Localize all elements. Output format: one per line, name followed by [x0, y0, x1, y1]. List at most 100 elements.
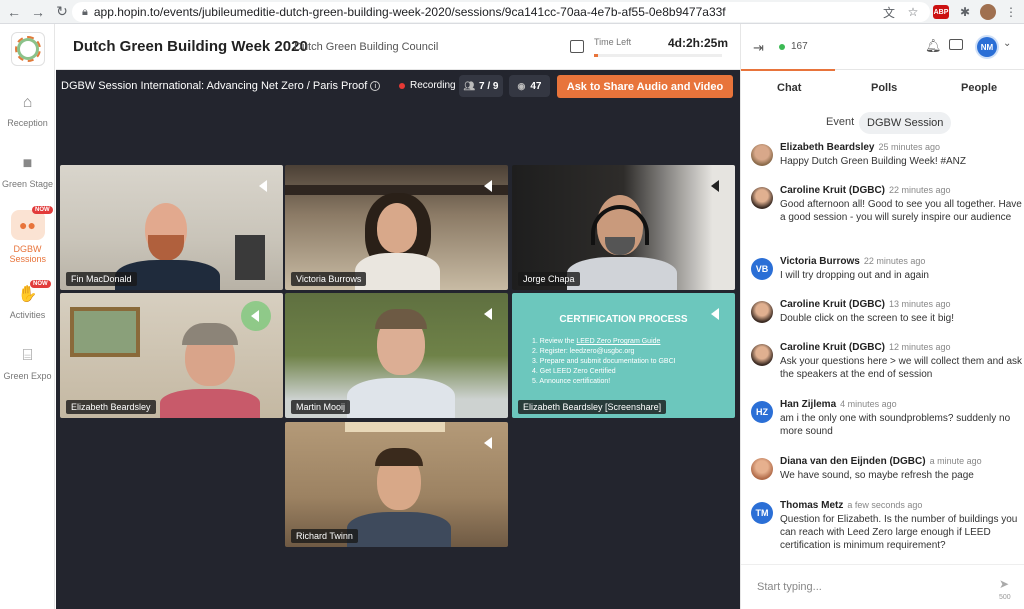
- screenshare-title: CERTIFICATION PROCESS: [559, 314, 688, 325]
- speaker-icon[interactable]: [484, 437, 492, 449]
- adblock-icon[interactable]: ABP: [933, 5, 949, 19]
- tab-chat[interactable]: Chat: [777, 82, 801, 94]
- avatar: [751, 301, 773, 323]
- mail-icon[interactable]: [949, 39, 963, 50]
- video-tile[interactable]: Elizabeth Beardsley: [60, 293, 283, 418]
- message-text: Good afternoon all! Good to see you all …: [780, 199, 1022, 223]
- video-tile[interactable]: Richard Twinn: [285, 422, 508, 547]
- avatar: VB: [751, 258, 773, 280]
- video-tile[interactable]: Fin MacDonald: [60, 165, 283, 290]
- chat-input[interactable]: Start typing...: [757, 581, 822, 593]
- message-text: We have sound, so maybe refresh the page: [780, 470, 974, 481]
- participant-name: Elizabeth Beardsley [Screenshare]: [518, 400, 667, 414]
- participant-name: Jorge Chapa: [518, 272, 580, 286]
- sessions-icon: ●●: [10, 210, 45, 240]
- now-badge: NOW: [30, 280, 51, 288]
- info-icon[interactable]: i: [370, 81, 381, 91]
- step-item: 2. Register: leedzero@usgbc.org: [532, 348, 635, 355]
- sidebar-item-activities[interactable]: ✋ NOW Activities: [0, 280, 55, 320]
- chat-subtabs: Event DGBW Session: [741, 112, 1024, 134]
- sidebar-item-label: DGBW Sessions: [9, 244, 47, 264]
- message-time: a minute ago: [929, 456, 982, 466]
- message-time: 4 minutes ago: [840, 399, 897, 409]
- sidebar-item-label: Green Stage: [1, 179, 54, 189]
- char-limit: 500: [999, 594, 1011, 601]
- session-stage: DGBW Session International: Advancing Ne…: [56, 70, 740, 609]
- online-count: 167: [779, 41, 808, 52]
- speaker-icon[interactable]: [711, 180, 719, 192]
- speakers-count-badge[interactable]: 👥︎ 7 / 9: [459, 75, 503, 97]
- tab-people[interactable]: People: [961, 82, 997, 94]
- forward-icon[interactable]: →: [28, 2, 48, 22]
- subtab-event[interactable]: Event: [826, 116, 854, 128]
- sidebar-item-dgbw-sessions[interactable]: ●● NOW DGBW Sessions: [0, 206, 55, 264]
- message-text: am i the only one with soundproblems? su…: [780, 413, 1011, 437]
- viewers-count-badge[interactable]: ◉ 47: [509, 75, 550, 97]
- address-bar[interactable]: 🔒︎ app.hopin.to/events/jubileumeditie-du…: [72, 2, 930, 22]
- browser-menu-icon[interactable]: ⋮: [1002, 3, 1020, 21]
- active-speaker-icon[interactable]: [241, 301, 271, 331]
- message-time: a few seconds ago: [847, 500, 923, 510]
- avatar: [751, 458, 773, 480]
- sidebar-item-green-expo[interactable]: ⌸ Green Expo: [0, 347, 55, 381]
- avatar: HZ: [751, 401, 773, 423]
- browser-profile-avatar[interactable]: [980, 4, 996, 20]
- panel-topbar: ⇥ 167 🔔︎ NM ⌄: [741, 24, 1024, 71]
- speaker-icon[interactable]: [484, 308, 492, 320]
- message-author: Caroline Kruit (DGBC): [780, 342, 885, 353]
- participant-name: Richard Twinn: [291, 529, 358, 543]
- message-author: Elizabeth Beardsley: [780, 142, 875, 153]
- storefront-icon: ⌸: [22, 347, 33, 364]
- reload-icon[interactable]: ↻: [52, 2, 72, 22]
- event-organizer[interactable]: Dutch Green Building Council: [294, 41, 438, 53]
- translate-icon[interactable]: 文: [880, 3, 898, 21]
- avatar: TM: [751, 502, 773, 524]
- subtab-dgbw-session[interactable]: DGBW Session: [859, 112, 952, 134]
- speaker-icon[interactable]: [711, 308, 719, 320]
- speaker-icon[interactable]: [484, 180, 492, 192]
- event-logo[interactable]: [11, 32, 45, 66]
- extensions-icon[interactable]: ✱: [956, 3, 974, 21]
- left-sidebar: ⌂ Reception ■ Green Stage ●● NOW DGBW Se…: [0, 24, 55, 609]
- message-text: Ask your questions here > we will collec…: [780, 356, 1023, 380]
- send-icon[interactable]: ➤: [999, 577, 1009, 591]
- ask-to-share-button[interactable]: Ask to Share Audio and Video: [557, 75, 733, 98]
- step-item: 4. Get LEED Zero Certified: [532, 368, 616, 375]
- chevron-down-icon[interactable]: ⌄: [1003, 38, 1011, 49]
- collapse-panel-icon[interactable]: ⇥: [753, 40, 764, 56]
- step-item: 3. Prepare and submit documentation to G…: [532, 358, 676, 365]
- chat-input-area[interactable]: Start typing... ➤ 500: [741, 564, 1024, 609]
- calendar-icon[interactable]: [570, 40, 584, 53]
- screenshare-tile[interactable]: CERTIFICATION PROCESS 1. Review the LEED…: [512, 293, 735, 418]
- message-time: 25 minutes ago: [878, 142, 941, 152]
- video-tile[interactable]: Martin Mooij: [285, 293, 508, 418]
- step-item: 1. Review the LEED Zero Program Guide: [532, 338, 661, 345]
- time-progress-fill: [594, 54, 598, 57]
- recording-dot-icon: [399, 82, 405, 89]
- time-progress-bar: [594, 54, 722, 57]
- sidebar-item-green-stage[interactable]: ■ Green Stage: [0, 155, 55, 189]
- message-text: I will try dropping out and in again: [780, 270, 929, 281]
- speaker-icon[interactable]: [259, 180, 267, 192]
- eye-icon: ◉: [517, 80, 526, 91]
- step-item: 5. Announce certification!: [532, 378, 611, 385]
- recording-label: Recording: [410, 80, 456, 91]
- message-time: 22 minutes ago: [889, 185, 951, 195]
- time-left-label: Time Left: [594, 37, 632, 47]
- bell-icon[interactable]: 🔔︎: [925, 38, 942, 54]
- tab-polls[interactable]: Polls: [871, 82, 897, 94]
- sidebar-item-label: Green Expo: [3, 371, 52, 381]
- sidebar-item-reception[interactable]: ⌂ Reception: [0, 94, 55, 128]
- program-guide-link[interactable]: LEED Zero Program Guide: [576, 338, 660, 345]
- home-icon: ⌂: [22, 94, 33, 111]
- bookmark-star-icon[interactable]: ☆: [904, 3, 922, 21]
- user-avatar[interactable]: NM: [977, 37, 997, 57]
- browser-toolbar: ← → ↻ 🔒︎ app.hopin.to/events/jubileumedi…: [0, 0, 1024, 24]
- video-tile[interactable]: Victoria Burrows: [285, 165, 508, 290]
- message-author: Caroline Kruit (DGBC): [780, 299, 885, 310]
- event-title: Dutch Green Building Week 2020: [73, 38, 308, 55]
- back-icon[interactable]: ←: [4, 2, 24, 22]
- recording-indicator: Recording: [399, 80, 456, 91]
- video-tile[interactable]: Jorge Chapa: [512, 165, 735, 290]
- message-text: Question for Elizabeth. Is the number of…: [780, 514, 1018, 551]
